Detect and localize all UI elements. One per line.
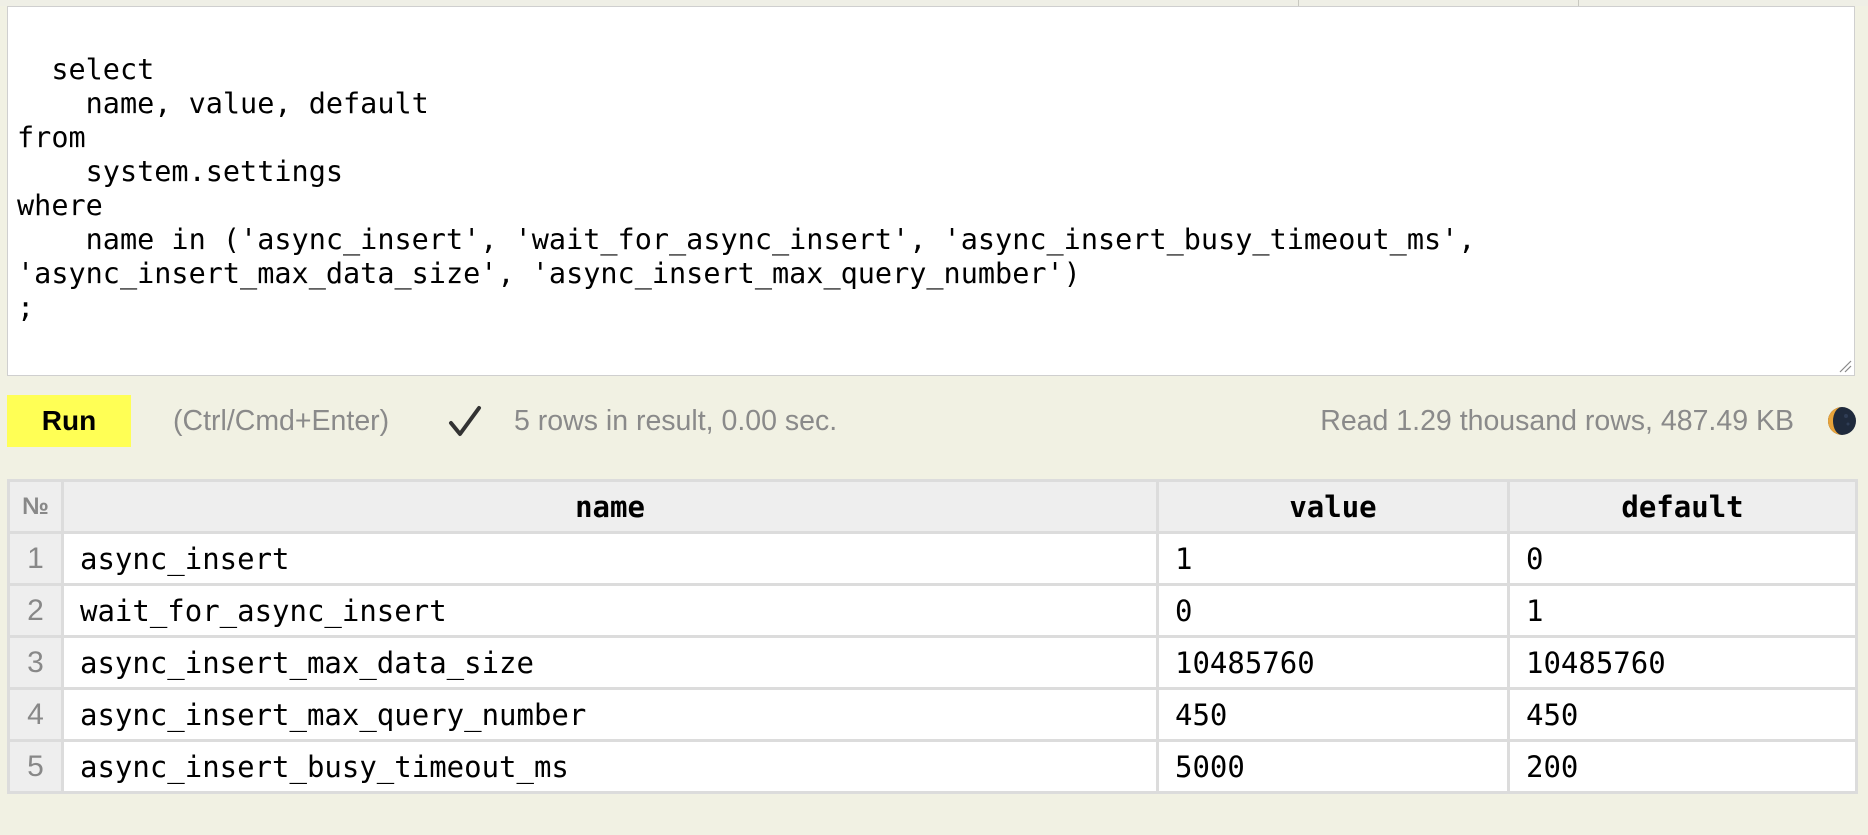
table-row: 4 async_insert_max_query_number 450 450 xyxy=(7,687,1858,742)
table-header-row: № name value default xyxy=(7,479,1858,534)
cell-default[interactable]: 1 xyxy=(1507,583,1858,638)
shortcut-hint: (Ctrl/Cmd+Enter) xyxy=(173,405,390,437)
cell-default[interactable]: 200 xyxy=(1507,739,1858,794)
table-row: 5 async_insert_busy_timeout_ms 5000 200 xyxy=(7,739,1858,794)
cell-value[interactable]: 10485760 xyxy=(1156,635,1510,690)
cell-value[interactable]: 5000 xyxy=(1156,739,1510,794)
cell-default[interactable]: 10485760 xyxy=(1507,635,1858,690)
cell-default[interactable]: 0 xyxy=(1507,531,1858,586)
column-header-default[interactable]: default xyxy=(1507,479,1858,534)
cell-value[interactable]: 0 xyxy=(1156,583,1510,638)
cell-value[interactable]: 450 xyxy=(1156,687,1510,742)
cell-name[interactable]: async_insert_busy_timeout_ms xyxy=(61,739,1159,794)
cell-name[interactable]: async_insert xyxy=(61,531,1159,586)
resize-grip-icon[interactable] xyxy=(1838,359,1852,373)
table-row: 3 async_insert_max_data_size 10485760 10… xyxy=(7,635,1858,690)
cell-name[interactable]: wait_for_async_insert xyxy=(61,583,1159,638)
row-number-header: № xyxy=(7,479,64,534)
query-editor[interactable]: select name, value, default from system.… xyxy=(7,6,1855,376)
results-table: № name value default 1 async_insert 1 0 … xyxy=(7,479,1858,794)
column-header-value[interactable]: value xyxy=(1156,479,1510,534)
result-status: 5 rows in result, 0.00 sec. xyxy=(514,405,838,437)
table-row: 2 wait_for_async_insert 0 1 xyxy=(7,583,1858,638)
cell-default[interactable]: 450 xyxy=(1507,687,1858,742)
column-header-name[interactable]: name xyxy=(61,479,1159,534)
row-number: 4 xyxy=(7,687,64,742)
moon-icon[interactable] xyxy=(1826,405,1858,437)
row-number: 5 xyxy=(7,739,64,794)
query-text[interactable]: select name, value, default from system.… xyxy=(17,53,1475,324)
row-number: 3 xyxy=(7,635,64,690)
run-button[interactable]: Run xyxy=(7,395,131,447)
cell-value[interactable]: 1 xyxy=(1156,531,1510,586)
row-number: 1 xyxy=(7,531,64,586)
read-stats: Read 1.29 thousand rows, 487.49 KB xyxy=(1320,405,1794,437)
row-number: 2 xyxy=(7,583,64,638)
query-toolbar: Run (Ctrl/Cmd+Enter) 5 rows in result, 0… xyxy=(0,394,1868,450)
checkmark-icon xyxy=(449,406,481,436)
cell-name[interactable]: async_insert_max_query_number xyxy=(61,687,1159,742)
table-row: 1 async_insert 1 0 xyxy=(7,531,1858,586)
cell-name[interactable]: async_insert_max_data_size xyxy=(61,635,1159,690)
